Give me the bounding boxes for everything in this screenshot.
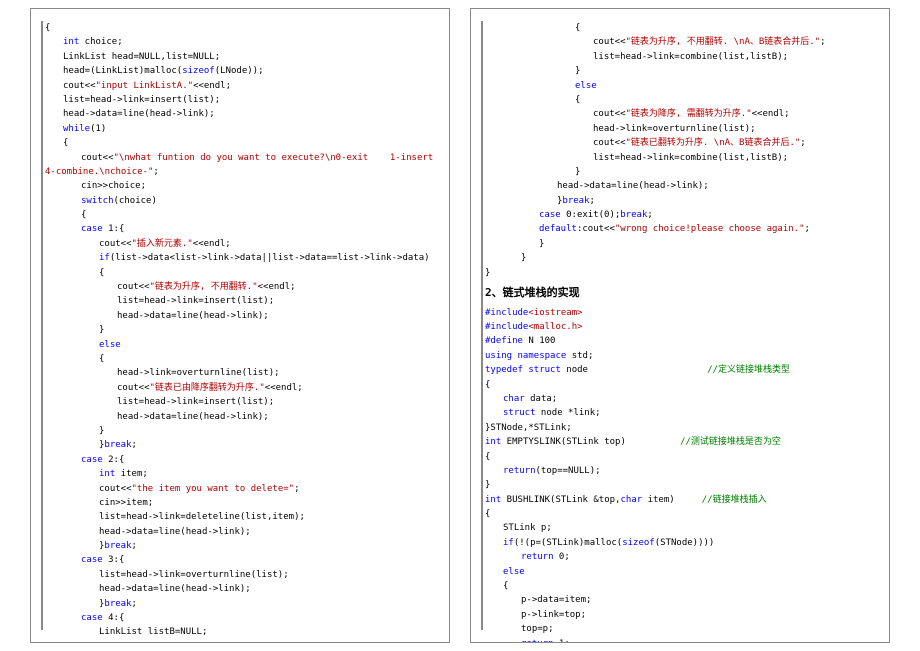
code-line: { bbox=[485, 507, 875, 521]
code-line: #include<malloc.h> bbox=[485, 320, 875, 334]
code-line: typedef struct node //定义链接堆栈类型 bbox=[485, 363, 875, 377]
code-line: int choice; bbox=[45, 35, 435, 49]
page-left: {int choice;LinkList head=NULL,list=NULL… bbox=[30, 8, 450, 643]
code-line: } bbox=[485, 165, 875, 179]
code-line: } bbox=[485, 237, 875, 251]
code-line: STLink p; bbox=[485, 521, 875, 535]
code-line: p->link=top; bbox=[485, 608, 875, 622]
code-line: cout<<"链表为升序, 不用翻转. \nA、B链表合并后."; bbox=[485, 35, 875, 49]
code-line: { bbox=[485, 93, 875, 107]
code-line: char data; bbox=[485, 392, 875, 406]
code-line: cout<<"链表为降序, 需翻转为升序."<<endl; bbox=[485, 107, 875, 121]
code-line: list=head->link=insert(list); bbox=[45, 93, 435, 107]
code-line: } bbox=[45, 424, 435, 438]
code-line: cin>>item; bbox=[45, 496, 435, 510]
code-line: { bbox=[45, 266, 435, 280]
code-line: { bbox=[45, 21, 435, 35]
code-line: { bbox=[45, 352, 435, 366]
code-line: cout<<"链表已由降序翻转为升序."<<endl; bbox=[45, 381, 435, 395]
code-line: head->link=overturnline(list); bbox=[485, 122, 875, 136]
code-line: cout<<"插入新元素."<<endl; bbox=[45, 237, 435, 251]
code-line: cout<<"input LinkListB."<<endl; bbox=[45, 640, 435, 643]
code-line: head->data=line(head->link); bbox=[45, 107, 435, 121]
code-line: list=head->link=combine(list,listB); bbox=[485, 50, 875, 64]
code-line: { bbox=[45, 208, 435, 222]
code-line: 4-combine.\nchoice-"; bbox=[45, 165, 435, 179]
code-line: head->data=line(head->link); bbox=[45, 582, 435, 596]
code-line: int EMPTYSLINK(STLink top) //测试链接堆栈是否为空 bbox=[485, 435, 875, 449]
page-right: {cout<<"链表为升序, 不用翻转. \nA、B链表合并后.";list=h… bbox=[470, 8, 890, 643]
code-line: while(1) bbox=[45, 122, 435, 136]
code-line: { bbox=[45, 136, 435, 150]
code-line: return 0; bbox=[485, 550, 875, 564]
code-line: return 1; bbox=[485, 637, 875, 643]
code-line: #define N 100 bbox=[485, 334, 875, 348]
code-line: LinkList head=NULL,list=NULL; bbox=[45, 50, 435, 64]
code-line: if(!(p=(STLink)malloc(sizeof(STNode)))) bbox=[485, 536, 875, 550]
code-line: else bbox=[45, 338, 435, 352]
code-line: { bbox=[485, 21, 875, 35]
code-line: list=head->link=overturnline(list); bbox=[45, 568, 435, 582]
code-line: head->data=line(head->link); bbox=[45, 525, 435, 539]
code-line: top=p; bbox=[485, 622, 875, 636]
code-line: case 0:exit(0);break; bbox=[485, 208, 875, 222]
code-line: switch(choice) bbox=[45, 194, 435, 208]
code-line: } bbox=[485, 251, 875, 265]
code-line: if(list->data<list->link->data||list->da… bbox=[45, 251, 435, 265]
code-line: case 4:{ bbox=[45, 611, 435, 625]
section-title: 2、链式堆栈的实现 bbox=[485, 280, 875, 306]
code-line: head->link=overturnline(list); bbox=[45, 366, 435, 380]
code-line: int BUSHLINK(STLink &top,char item) //链接… bbox=[485, 493, 875, 507]
code-line: case 3:{ bbox=[45, 553, 435, 567]
code-line: head->data=line(head->link); bbox=[485, 179, 875, 193]
code-line: else bbox=[485, 79, 875, 93]
code-line: case 2:{ bbox=[45, 453, 435, 467]
code-line: list=head->link=insert(list); bbox=[45, 395, 435, 409]
code-line: list=head->link=combine(list,listB); bbox=[485, 151, 875, 165]
code-line: head->data=line(head->link); bbox=[45, 410, 435, 424]
code-line: head=(LinkList)malloc(sizeof(LNode)); bbox=[45, 64, 435, 78]
code-line: cout<<"the item you want to delete="; bbox=[45, 482, 435, 496]
code-line: using namespace std; bbox=[485, 349, 875, 363]
code-line: p->data=item; bbox=[485, 593, 875, 607]
code-line: #include<iostream> bbox=[485, 306, 875, 320]
code-block-right: {cout<<"链表为升序, 不用翻转. \nA、B链表合并后.";list=h… bbox=[481, 21, 879, 630]
code-line: LinkList listB=NULL; bbox=[45, 625, 435, 639]
code-line: { bbox=[485, 579, 875, 593]
code-line: } bbox=[485, 64, 875, 78]
code-line: }break; bbox=[485, 194, 875, 208]
code-line: } bbox=[485, 266, 875, 280]
code-line: } bbox=[45, 323, 435, 337]
code-line: }break; bbox=[45, 539, 435, 553]
code-line: list=head->link=deleteline(list,item); bbox=[45, 510, 435, 524]
code-line: else bbox=[485, 565, 875, 579]
code-line: { bbox=[485, 378, 875, 392]
code-line: } bbox=[485, 478, 875, 492]
code-line: struct node *link; bbox=[485, 406, 875, 420]
code-line: list=head->link=insert(list); bbox=[45, 294, 435, 308]
code-line: cout<<"\nwhat funtion do you want to exe… bbox=[45, 151, 435, 165]
code-line: head->data=line(head->link); bbox=[45, 309, 435, 323]
code-block-left: {int choice;LinkList head=NULL,list=NULL… bbox=[41, 21, 439, 630]
code-line: cout<<"链表已翻转为升序. \nA、B链表合并后."; bbox=[485, 136, 875, 150]
code-line: }break; bbox=[45, 597, 435, 611]
code-line: default:cout<<"wrong choice!please choos… bbox=[485, 222, 875, 236]
code-line: cout<<"input LinkListA."<<endl; bbox=[45, 79, 435, 93]
code-line: }break; bbox=[45, 438, 435, 452]
code-line: case 1:{ bbox=[45, 222, 435, 236]
code-line: { bbox=[485, 450, 875, 464]
code-line: cin>>choice; bbox=[45, 179, 435, 193]
code-line: cout<<"链表为升序, 不用翻转."<<endl; bbox=[45, 280, 435, 294]
code-line: return(top==NULL); bbox=[485, 464, 875, 478]
code-line: int item; bbox=[45, 467, 435, 481]
code-line: }STNode,*STLink; bbox=[485, 421, 875, 435]
